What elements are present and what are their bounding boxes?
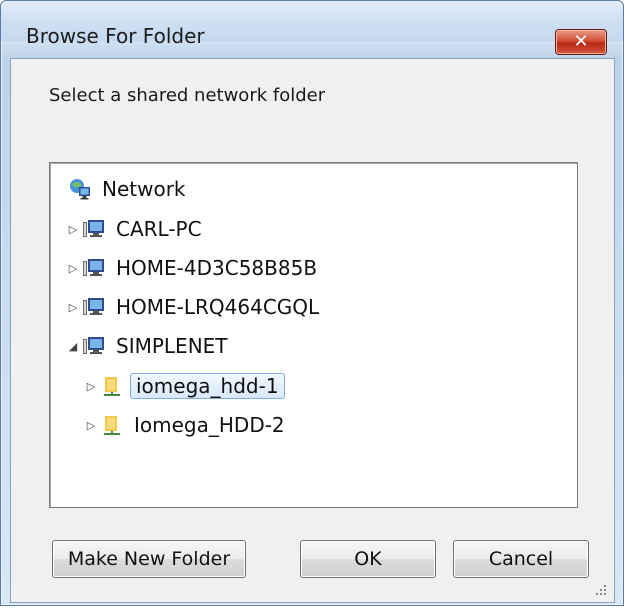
tree-item-simplenet[interactable]: ◢ SIMPLENET — [66, 330, 232, 362]
dialog-prompt: Select a shared network folder — [49, 85, 326, 106]
tree-label-iomega-hdd-1: iomega_hdd-1 — [130, 373, 285, 399]
ok-button[interactable]: OK — [300, 540, 436, 578]
tree-item-iomega-hdd-1[interactable]: ▷ iomega_hdd-1 — [84, 370, 285, 402]
computer-icon — [83, 298, 104, 315]
tree-item-network[interactable]: Network — [68, 173, 190, 205]
computer-icon — [83, 220, 104, 237]
expand-arrow-icon[interactable]: ▷ — [66, 299, 80, 315]
tree-item-home-4d3c58b85b[interactable]: ▷ HOME-4D3C58B85B — [66, 252, 321, 284]
tree-label-simplenet: SIMPLENET — [116, 334, 228, 358]
cancel-button[interactable]: Cancel — [453, 540, 589, 578]
window-title: Browse For Folder — [26, 24, 205, 48]
browse-for-folder-dialog: Browse For Folder ✕ Select a shared netw… — [0, 0, 624, 606]
tree-label-home-lrq464cgql: HOME-LRQ464CGQL — [116, 295, 320, 319]
shared-folder-icon — [104, 416, 120, 435]
tree-label-iomega-hdd-2: Iomega_HDD-2 — [134, 413, 285, 437]
tree-item-carl-pc[interactable]: ▷ CARL-PC — [66, 213, 206, 245]
expand-arrow-icon[interactable]: ▷ — [84, 378, 98, 394]
close-button[interactable]: ✕ — [555, 29, 607, 55]
collapse-arrow-icon[interactable]: ◢ — [66, 338, 80, 354]
resize-grip-icon[interactable] — [592, 581, 608, 597]
make-new-folder-button[interactable]: Make New Folder — [52, 540, 246, 578]
expand-arrow-icon[interactable]: ▷ — [66, 221, 80, 237]
tree-item-home-lrq464cgql[interactable]: ▷ HOME-LRQ464CGQL — [66, 291, 323, 323]
expand-arrow-icon[interactable]: ▷ — [66, 260, 80, 276]
computer-icon — [83, 337, 104, 354]
tree-label-network: Network — [102, 177, 186, 201]
shared-folder-icon — [104, 377, 120, 396]
tree-label-home-4d3c58b85b: HOME-4D3C58B85B — [116, 256, 318, 280]
folder-tree[interactable]: Network ▷ CARL-PC ▷ HOME-4D3C58B85B ▷ HO… — [49, 162, 578, 508]
computer-icon — [83, 259, 104, 276]
dialog-client-area: Select a shared network folder Network ▷ — [10, 58, 615, 603]
tree-label-carl-pc: CARL-PC — [116, 217, 202, 241]
tree-item-iomega-hdd-2[interactable]: ▷ Iomega_HDD-2 — [84, 409, 289, 441]
expand-arrow-icon[interactable]: ▷ — [84, 417, 98, 433]
close-icon: ✕ — [573, 31, 589, 52]
network-globe-icon — [70, 179, 90, 200]
title-bar[interactable]: Browse For Folder ✕ — [1, 1, 623, 55]
